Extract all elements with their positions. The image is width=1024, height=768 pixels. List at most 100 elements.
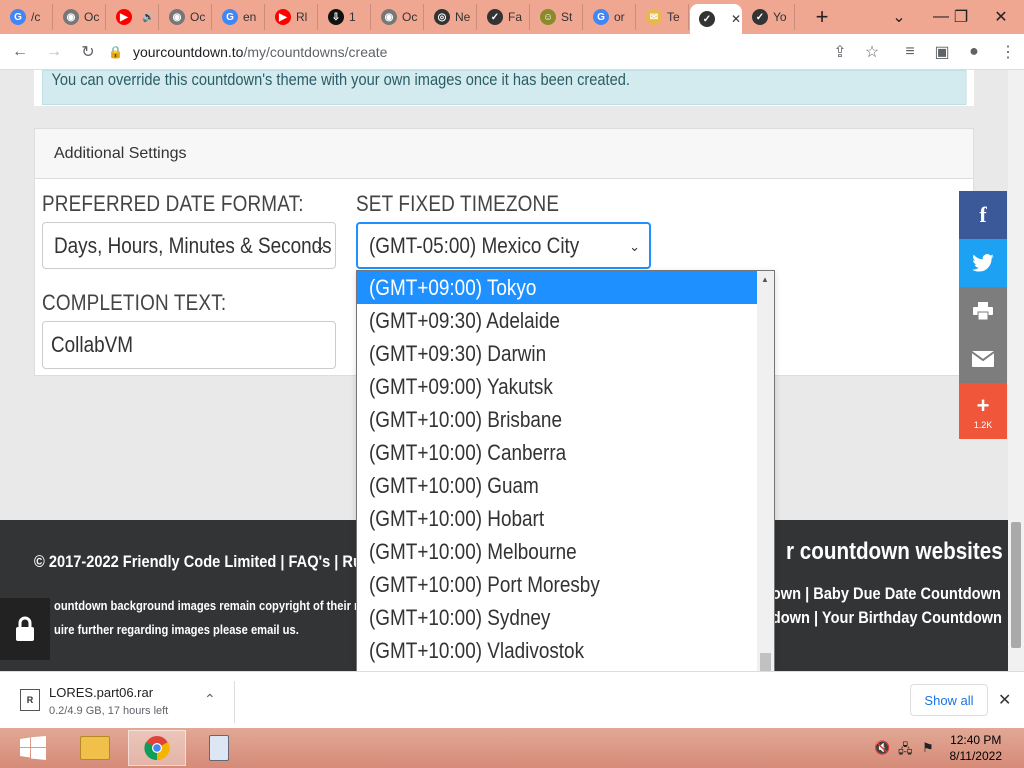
address-bar[interactable]: 🔒 yourcountdown.to /my/countdowns/create — [108, 38, 886, 66]
chrome-taskbar-button[interactable] — [128, 730, 186, 766]
envelope-icon — [972, 351, 994, 367]
timezone-option[interactable]: (GMT+10:00) Hobart — [357, 502, 757, 535]
download-file-name: LORES.part06.rar — [49, 685, 154, 700]
date-format-label: PREFERRED DATE FORMAT: — [42, 191, 304, 216]
browser-tab[interactable]: ◉ Oc — [372, 4, 424, 30]
timezone-dropdown-list[interactable]: (GMT+09:00) Tokyo (GMT+09:30) Adelaide (GM… — [356, 270, 775, 728]
footer-links-line2[interactable]: ntdown | Your Birthday Countdown — [758, 608, 1002, 628]
show-all-button[interactable]: Show all — [910, 684, 988, 716]
dropdown-scrollbar[interactable]: ▲ ▼ — [757, 271, 774, 727]
forward-icon[interactable]: → — [40, 38, 68, 66]
chevron-down-icon: ⌄ — [315, 238, 326, 253]
chevron-down-icon: ⌄ — [629, 239, 640, 254]
browser-tab[interactable]: ✓ ✕ — [690, 4, 742, 34]
timezone-option[interactable]: (GMT+10:00) Brisbane — [357, 403, 757, 436]
lock-button[interactable] — [0, 598, 50, 660]
printer-icon — [973, 302, 993, 320]
menu-icon[interactable]: ⋮ — [994, 38, 1022, 66]
browser-tab[interactable]: ⇩ 1 — [319, 4, 371, 30]
timezone-option[interactable]: (GMT+10:00) Sydney — [357, 601, 757, 634]
browser-tab-label: /c — [31, 10, 41, 24]
completion-text-input[interactable]: CollabVM — [42, 321, 336, 369]
profile-avatar-icon[interactable]: ● — [960, 38, 988, 66]
timezone-option[interactable]: (GMT+10:00) Vladivostok — [357, 634, 757, 667]
url-host: yourcountdown.to — [132, 44, 244, 60]
facebook-share-button[interactable]: f — [959, 191, 1007, 239]
chrome-icon — [144, 736, 170, 761]
info-alert-text: You can override this countdown's theme … — [51, 70, 630, 89]
folder-icon — [80, 736, 110, 760]
timezone-select[interactable]: (GMT-05:00) Mexico City ⌄ — [356, 222, 651, 269]
back-icon[interactable]: ← — [6, 38, 34, 66]
start-button[interactable] — [4, 730, 62, 766]
share-count: 1.2K — [973, 419, 993, 430]
timezone-option-label: (GMT+09:00) Yakutsk — [369, 373, 553, 399]
volume-muted-icon[interactable]: 🔇 — [874, 740, 890, 756]
side-panel-icon[interactable]: ▣ — [928, 38, 956, 66]
email-share-button[interactable] — [959, 335, 1007, 383]
timezone-option[interactable]: (GMT+10:00) Melbourne — [357, 535, 757, 568]
timezone-option[interactable]: (GMT+09:30) Adelaide — [357, 304, 757, 337]
footer-heading: r countdown websites — [786, 538, 1003, 565]
browser-tab[interactable]: G/c — [1, 4, 53, 30]
more-share-button[interactable]: + 1.2K — [959, 383, 1007, 439]
chevron-up-icon[interactable]: ⌃ — [204, 691, 216, 708]
browser-tab[interactable]: ◉ Oc — [54, 4, 106, 30]
timezone-option[interactable]: (GMT+10:00) Guam — [357, 469, 757, 502]
taskbar-app-button[interactable] — [190, 730, 248, 766]
tab-search-button[interactable]: ⌄ — [876, 0, 922, 34]
padlock-icon — [16, 616, 34, 641]
globe-icon: ◉ — [169, 9, 185, 25]
timezone-option[interactable]: (GMT+10:00) Port Moresby — [357, 568, 757, 601]
browser-tab[interactable]: ✉ Te — [637, 4, 689, 30]
smiley-icon: ☺ — [540, 9, 556, 25]
info-alert: You can override this countdown's theme … — [42, 70, 967, 105]
timezone-option-label: (GMT+09:30) Darwin — [369, 340, 547, 366]
date-format-select[interactable]: Days, Hours, Minutes & Seconds ⌄ — [42, 222, 336, 269]
browser-tab[interactable]: ◎ Ne — [425, 4, 477, 30]
action-center-icon[interactable]: ⚑ — [922, 740, 934, 756]
reload-icon[interactable]: ↻ — [74, 38, 102, 66]
browser-tab[interactable]: ◉ Oc — [160, 4, 212, 30]
timezone-option[interactable]: (GMT+09:30) Darwin — [357, 337, 757, 370]
youtube-icon: ▶ — [275, 9, 291, 25]
print-button[interactable] — [959, 287, 1007, 335]
envelope-icon: ✉ — [646, 9, 662, 25]
browser-tab-label: Ne — [455, 10, 471, 24]
browser-tab[interactable]: ▶ Rl — [266, 4, 318, 30]
browser-tab[interactable]: ✓ Fa — [478, 4, 530, 30]
timezone-option[interactable]: (GMT+10:00) Canberra — [357, 436, 757, 469]
twitter-share-button[interactable] — [959, 239, 1007, 287]
network-icon[interactable]: 🖧 — [898, 740, 913, 762]
new-tab-button[interactable]: + — [807, 4, 837, 30]
globe-icon: ◉ — [381, 9, 397, 25]
close-downloads-icon[interactable]: ✕ — [998, 690, 1011, 710]
timezone-option[interactable]: (GMT+09:00) Tokyo — [357, 271, 757, 304]
download-item[interactable]: R LORES.part06.rar 0.2/4.9 GB, 17 hours … — [12, 681, 235, 723]
date-format-value: Days, Hours, Minutes & Seconds — [54, 232, 332, 258]
close-tab-icon[interactable]: ✕ — [731, 12, 741, 26]
page-scrollbar[interactable] — [1008, 70, 1024, 671]
browser-tab[interactable]: ▶ 🔊 — [107, 4, 159, 30]
scroll-up-icon[interactable]: ▲ — [761, 275, 769, 284]
page-scrollbar-thumb[interactable] — [1011, 522, 1021, 648]
globe-icon: ◉ — [63, 9, 79, 25]
timezone-option-label: (GMT+09:00) Tokyo — [369, 274, 537, 300]
browser-tab-label: Yo — [773, 10, 787, 24]
bookmark-star-icon[interactable]: ☆ — [858, 38, 886, 66]
share-icon[interactable]: ⇪ — [826, 38, 854, 66]
timezone-option-label: (GMT+10:00) Port Moresby — [369, 571, 600, 597]
tab-audio-icon[interactable]: 🔊 — [142, 12, 154, 23]
system-clock[interactable]: 12:40 PM 8/11/2022 — [950, 732, 1003, 764]
timezone-option[interactable]: (GMT+09:00) Yakutsk — [357, 370, 757, 403]
media-control-icon[interactable]: ≡ — [896, 38, 924, 66]
browser-tab[interactable]: ✓ Yo — [743, 4, 795, 30]
close-window-button[interactable]: ✕ — [978, 0, 1024, 34]
browser-tab[interactable]: Gen — [213, 4, 265, 30]
timezone-label: SET FIXED TIMEZONE — [356, 191, 560, 216]
timezone-option-label: (GMT+10:00) Hobart — [369, 505, 545, 531]
footer-links-line1[interactable]: tdown | Baby Due Date Countdown — [758, 584, 1001, 604]
file-explorer-button[interactable] — [66, 730, 124, 766]
browser-tab[interactable]: ☺ St — [531, 4, 583, 30]
browser-tab[interactable]: Gor — [584, 4, 636, 30]
